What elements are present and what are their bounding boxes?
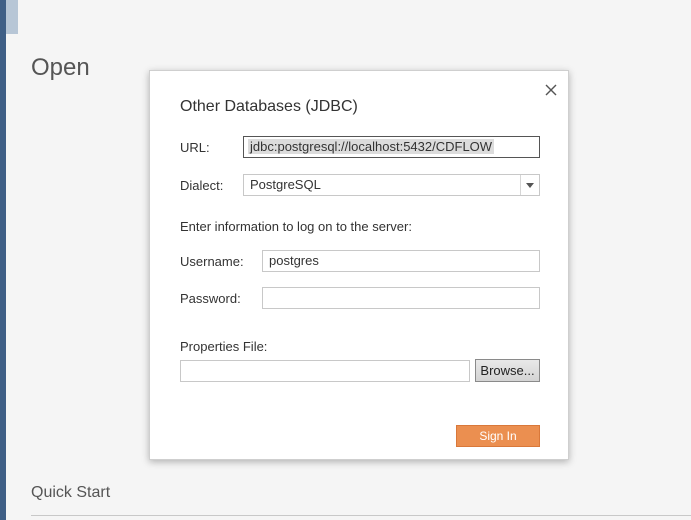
app-top-edge — [6, 0, 18, 34]
url-label: URL: — [180, 140, 210, 155]
dialect-value: PostgreSQL — [250, 177, 321, 192]
quick-start-heading: Quick Start — [31, 484, 111, 501]
browse-button[interactable]: Browse... — [475, 359, 540, 382]
app-sidebar-edge — [0, 0, 6, 520]
sign-in-button[interactable]: Sign In — [456, 425, 540, 447]
section-divider — [31, 515, 691, 516]
username-input[interactable]: postgres — [262, 250, 540, 272]
logon-prompt: Enter information to log on to the serve… — [180, 219, 412, 234]
page-title: Open — [31, 54, 90, 81]
chevron-down-icon[interactable] — [520, 175, 539, 195]
properties-file-input[interactable] — [180, 360, 470, 382]
username-label: Username: — [180, 254, 244, 269]
close-icon[interactable] — [542, 81, 560, 99]
jdbc-connection-dialog: Other Databases (JDBC) URL: jdbc:postgre… — [149, 70, 569, 460]
dialog-title: Other Databases (JDBC) — [180, 98, 358, 115]
url-input[interactable]: jdbc:postgresql://localhost:5432/CDFLOW — [243, 136, 540, 158]
properties-file-label: Properties File: — [180, 339, 268, 354]
dialect-select[interactable]: PostgreSQL — [243, 174, 540, 196]
dialect-label: Dialect: — [180, 178, 224, 193]
password-input[interactable] — [262, 287, 540, 309]
username-value: postgres — [269, 253, 319, 268]
password-label: Password: — [180, 291, 241, 306]
url-value: jdbc:postgresql://localhost:5432/CDFLOW — [248, 139, 495, 154]
